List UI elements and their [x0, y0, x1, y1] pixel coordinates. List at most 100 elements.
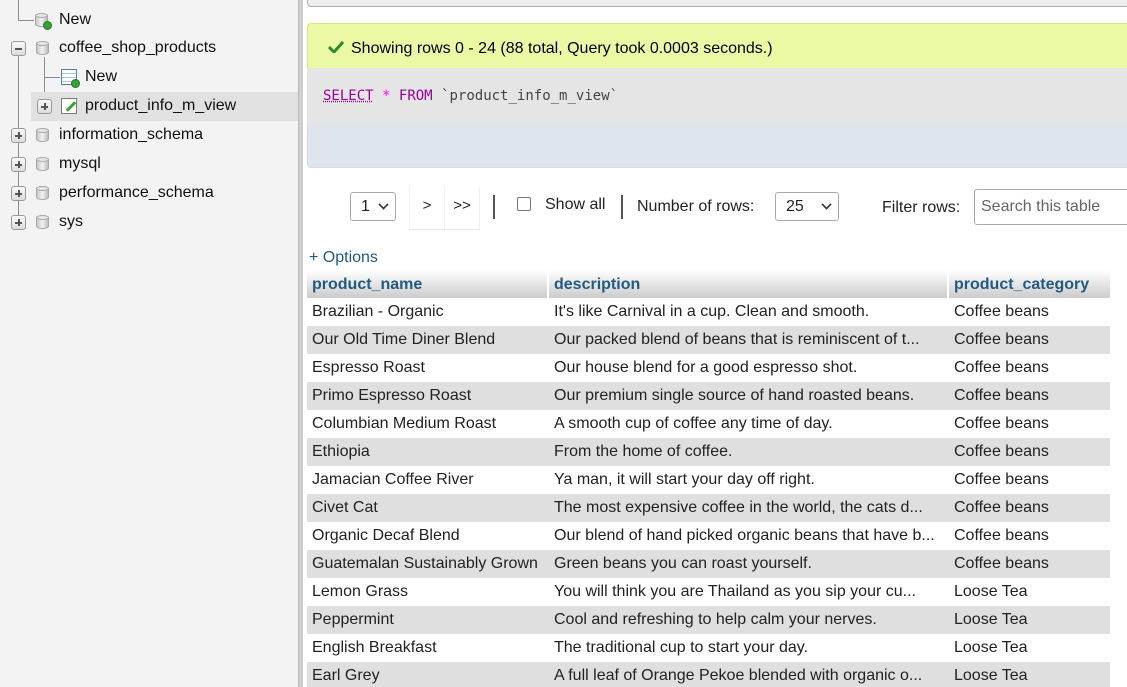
cell-description: The most expensive coffee in the world, … [554, 499, 923, 516]
cell-product-category: Coffee beans [954, 415, 1049, 432]
page-select-value: 1 [361, 198, 370, 215]
previous-panel-edge [307, 0, 1127, 7]
sql-tools-bar [307, 125, 1127, 168]
cell-product-name: Brazilian - Organic [312, 303, 444, 320]
table-row[interactable]: Civet Cat The most expensive coffee in t… [307, 494, 1110, 522]
tree-item-product-info-m-view[interactable]: product_info_m_view [31, 92, 298, 121]
cell-product-name: Our Old Time Diner Blend [312, 331, 496, 348]
cell-description: Our house blend for a good espresso shot… [554, 359, 858, 376]
chevron-down-icon [821, 199, 832, 210]
tree-item-new-database[interactable]: New [0, 6, 298, 35]
cell-product-category: Loose Tea [954, 667, 1028, 684]
table-row[interactable]: Earl Grey A full leaf of Orange Pekoe bl… [307, 662, 1110, 687]
cell-product-name: Jamacian Coffee River [312, 471, 474, 488]
cell-product-name: Civet Cat [312, 499, 378, 516]
filter-rows-input[interactable] [974, 189, 1127, 225]
cell-description: Our packed blend of beans that is remini… [554, 331, 920, 348]
expand-icon[interactable] [37, 99, 52, 114]
cell-product-category: Coffee beans [954, 527, 1049, 544]
cell-description: Ya man, it will start your day off right… [554, 471, 815, 488]
sql-keyword-select[interactable]: SELECT [323, 88, 374, 104]
new-database-icon [35, 13, 52, 30]
expand-icon[interactable] [11, 186, 26, 201]
database-icon [36, 41, 49, 56]
table-row[interactable]: Columbian Medium Roast A smooth cup of c… [307, 410, 1110, 438]
panel-resizer[interactable] [298, 0, 303, 687]
options-link[interactable]: + Options [309, 249, 378, 267]
cell-product-name: Guatemalan Sustainably Grown [312, 555, 538, 572]
table-row[interactable]: Primo Espresso Roast Our premium single … [307, 382, 1110, 410]
success-message-box: Showing rows 0 - 24 (88 total, Query too… [307, 23, 1127, 68]
cell-product-category: Coffee beans [954, 331, 1049, 348]
tree-item-mysql[interactable]: mysql [0, 150, 298, 179]
cell-product-category: Coffee beans [954, 499, 1049, 516]
cell-product-category: Loose Tea [954, 611, 1028, 628]
cell-product-category: Coffee beans [954, 471, 1049, 488]
rows-count-label: Number of rows: [637, 198, 755, 215]
tree-item-label: performance_schema [59, 184, 214, 201]
cell-product-category: Coffee beans [954, 303, 1049, 320]
cell-product-category: Coffee beans [954, 387, 1049, 404]
cell-product-name: Columbian Medium Roast [312, 415, 497, 432]
table-row[interactable]: English Breakfast The traditional cup to… [307, 634, 1110, 662]
sql-keyword-from: FROM [398, 88, 433, 104]
cell-product-category: Loose Tea [954, 583, 1028, 600]
tree-item-label: mysql [59, 155, 101, 172]
page-select[interactable]: 1 [350, 192, 396, 221]
column-header-product-name[interactable]: product_name [307, 270, 547, 298]
table-row[interactable]: Espresso Roast Our house blend for a goo… [307, 354, 1110, 382]
table-row[interactable]: Our Old Time Diner Blend Our packed blen… [307, 326, 1110, 354]
cell-description: From the home of coffee. [554, 443, 733, 460]
cell-description: Cool and refreshing to help calm your ne… [554, 611, 877, 628]
tree-item-new-table[interactable]: New [0, 63, 298, 92]
navigation-panel: New coffee_shop_products New product_inf… [0, 0, 300, 687]
rows-count-select[interactable]: 25 [775, 192, 839, 221]
tree-item-sys[interactable]: sys [0, 208, 298, 237]
filter-rows-label: Filter rows: [882, 199, 961, 216]
cell-product-category: Coffee beans [954, 555, 1049, 572]
cell-product-category: Coffee beans [954, 359, 1049, 376]
expand-icon[interactable] [11, 157, 26, 172]
expand-icon[interactable] [11, 215, 26, 230]
table-row[interactable]: Ethiopia From the home of coffee. Coffee… [307, 438, 1110, 466]
database-icon [36, 215, 49, 230]
cell-product-name: Ethiopia [312, 443, 370, 460]
collapse-icon[interactable] [11, 41, 26, 56]
cell-product-name: Lemon Grass [312, 583, 409, 600]
tree-item-label: information_schema [59, 126, 204, 143]
show-all-checkbox[interactable] [517, 197, 531, 211]
table-row[interactable]: Guatemalan Sustainably Grown Green beans… [307, 550, 1110, 578]
tree-item-label: product_info_m_view [85, 97, 237, 114]
next-page-button[interactable]: > [409, 187, 445, 230]
cell-description: Our premium single source of hand roaste… [554, 387, 915, 404]
divider [493, 195, 495, 219]
cell-product-name: English Breakfast [312, 639, 437, 656]
chevron-down-icon [378, 199, 389, 210]
table-row[interactable]: Brazilian - Organic It's like Carnival i… [307, 298, 1110, 326]
cell-description: You will think you are Thailand as you s… [554, 583, 916, 600]
tree-item-label: New [59, 11, 92, 28]
table-row[interactable]: Organic Decaf Blend Our blend of hand pi… [307, 522, 1110, 550]
cell-product-name: Organic Decaf Blend [312, 527, 460, 544]
table-row[interactable]: Peppermint Cool and refreshing to help c… [307, 606, 1110, 634]
cell-description: Our blend of hand picked organic beans t… [554, 527, 935, 544]
column-header-description[interactable]: description [549, 270, 947, 298]
tree-item-label: sys [59, 213, 83, 230]
new-table-icon [61, 69, 80, 88]
last-page-button[interactable]: >> [444, 187, 480, 230]
sql-code: SELECT * FROM `product_info_m_view` [323, 88, 618, 104]
expand-icon[interactable] [11, 128, 26, 143]
tree-item-coffee-shop-products[interactable]: coffee_shop_products [0, 34, 298, 63]
show-all-label[interactable]: Show all [545, 196, 605, 214]
sql-query-box: SELECT * FROM `product_info_m_view` [307, 68, 1127, 125]
view-icon [61, 98, 77, 114]
table-row[interactable]: Jamacian Coffee River Ya man, it will st… [307, 466, 1110, 494]
sql-table-name: `product_info_m_view` [441, 88, 619, 104]
column-header-product-category[interactable]: product_category [949, 270, 1110, 298]
table-row[interactable]: Lemon Grass You will think you are Thail… [307, 578, 1110, 606]
sql-operator: * [382, 88, 391, 104]
database-icon [36, 128, 49, 143]
tree-item-performance-schema[interactable]: performance_schema [0, 179, 298, 208]
tree-item-information-schema[interactable]: information_schema [0, 121, 298, 150]
rows-count-value: 25 [786, 198, 804, 215]
